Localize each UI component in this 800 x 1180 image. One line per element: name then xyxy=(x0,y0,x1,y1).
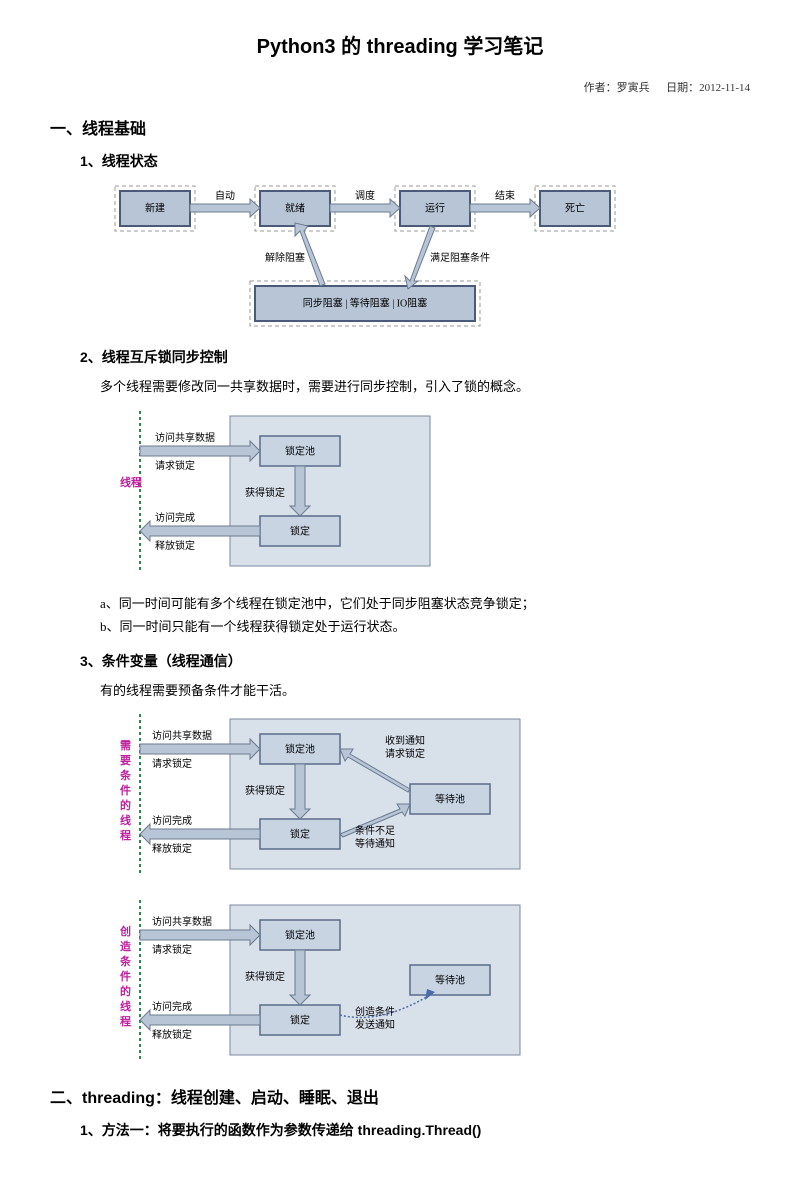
note-a: a、同一时间可能有多个线程在锁定池中，它们处于同步阻塞状态竞争锁定； xyxy=(100,592,750,615)
lbl-request2: 请求锁定 xyxy=(152,757,192,770)
box-wait3: 等待池 xyxy=(435,974,465,987)
box-lock2: 锁定 xyxy=(290,828,310,841)
state-dead: 死亡 xyxy=(565,201,585,214)
box-wait: 等待池 xyxy=(435,793,465,806)
date: 日期：2012-11-14 xyxy=(666,82,750,94)
lbl-acquire: 获得锁定 xyxy=(245,486,285,499)
lbl-request3: 请求锁定 xyxy=(152,943,192,956)
lbl-release3: 释放锁定 xyxy=(152,1028,192,1041)
lbl-request: 请求锁定 xyxy=(155,459,195,472)
lbl-waitnotify: 等待通知 xyxy=(355,837,395,850)
vlabel-producer: 创造条 件的线程 xyxy=(119,924,134,1028)
lbl-unblock: 解除阻塞 xyxy=(265,251,305,264)
note-b: b、同一时间只能有一个线程获得锁定处于运行状态。 xyxy=(100,615,750,638)
lbl-notify: 收到通知 xyxy=(385,734,425,747)
box-lock3: 锁定 xyxy=(290,1014,310,1027)
section-1-2-heading: 2、线程互斥锁同步控制 xyxy=(80,347,750,367)
page-title: Python3 的 threading 学习笔记 xyxy=(50,30,750,59)
lbl-acquire3: 获得锁定 xyxy=(245,970,285,983)
vlabel-thread: 线程 xyxy=(120,475,142,489)
box-pool3: 锁定池 xyxy=(285,929,315,942)
section-1-2-notes: a、同一时间可能有多个线程在锁定池中，它们处于同步阻塞状态竞争锁定； b、同一时… xyxy=(100,592,750,639)
box-pool2: 锁定池 xyxy=(285,743,315,756)
box-pool: 锁定池 xyxy=(285,444,315,457)
lbl-done2: 访问完成 xyxy=(152,814,192,827)
lbl-done3: 访问完成 xyxy=(152,1000,192,1013)
vlabel-consumer: 需要条 件的线程 xyxy=(119,739,134,842)
section-1-heading: 一、线程基础 xyxy=(50,115,750,139)
lbl-condno: 条件不足 xyxy=(355,824,395,837)
section-1-3-heading: 3、条件变量（线程通信） xyxy=(80,651,750,671)
lbl-done: 访问完成 xyxy=(155,511,195,524)
mutex-diagram: 线程 锁定池 锁定 访问共享数据 请求锁定 获得锁定 访问完成 释放锁定 xyxy=(100,406,750,580)
state-ready: 就绪 xyxy=(285,201,305,214)
box-lock: 锁定 xyxy=(290,524,310,537)
lbl-release2: 释放锁定 xyxy=(152,842,192,855)
meta-line: 作者：罗寅兵 日期：2012-11-14 xyxy=(50,79,750,95)
lbl-access2: 访问共享数据 xyxy=(152,729,212,742)
thread-state-diagram: 新建 就绪 运行 死亡 同步阻塞 | 等待阻塞 | IO阻塞 自动 调度 结束 … xyxy=(100,181,750,335)
lbl-end: 结束 xyxy=(495,189,515,202)
section-1-3-para: 有的线程需要预备条件才能干活。 xyxy=(100,681,750,702)
state-run: 运行 xyxy=(425,201,445,214)
condition-diagram-producer: 创造条 件的线程 锁定池 锁定 等待池 访问共享数据 请求锁定 获得锁定 访问完… xyxy=(100,895,750,1069)
state-new: 新建 xyxy=(145,201,165,214)
lbl-access3: 访问共享数据 xyxy=(152,915,212,928)
lbl-release: 释放锁定 xyxy=(155,539,195,552)
lbl-sched: 调度 xyxy=(355,189,375,202)
lbl-create: 创造条件 xyxy=(355,1005,395,1018)
lbl-access: 访问共享数据 xyxy=(155,431,215,444)
lbl-auto: 自动 xyxy=(215,189,235,202)
section-2-heading: 二、threading：线程创建、启动、睡眠、退出 xyxy=(50,1084,750,1108)
condition-diagram-consumer: 需要条 件的线程 锁定池 锁定 等待池 访问共享数据 请求锁定 获得锁定 访问完… xyxy=(100,709,750,883)
lbl-blockcond: 满足阻塞条件 xyxy=(430,251,490,264)
lbl-send: 发送通知 xyxy=(355,1018,395,1031)
state-block: 同步阻塞 | 等待阻塞 | IO阻塞 xyxy=(303,296,428,309)
section-1-1-heading: 1、线程状态 xyxy=(80,151,750,171)
section-2-1-heading: 1、方法一：将要执行的函数作为参数传递给 threading.Thread() xyxy=(80,1120,750,1140)
lbl-reqlock: 请求锁定 xyxy=(385,747,425,760)
lbl-acquire2: 获得锁定 xyxy=(245,784,285,797)
author: 作者：罗寅兵 xyxy=(584,82,650,94)
section-1-2-para: 多个线程需要修改同一共享数据时，需要进行同步控制，引入了锁的概念。 xyxy=(100,377,750,398)
